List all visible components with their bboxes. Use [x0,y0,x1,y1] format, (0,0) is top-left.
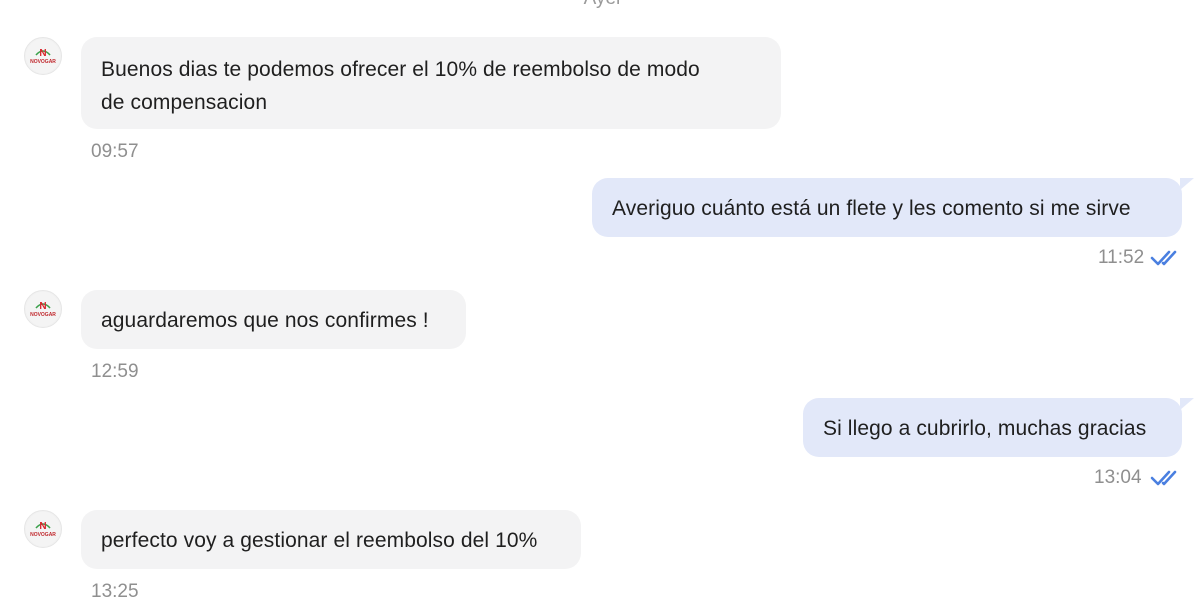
message-timestamp: 12:59 [91,361,139,382]
svg-text:N: N [39,521,46,532]
message-bubble-outgoing[interactable]: Averiguo cuánto está un flete y les come… [592,178,1194,237]
message-text: perfecto voy a gestionar el reembolso de… [101,529,538,552]
svg-text:NOVOGAR: NOVOGAR [30,532,56,538]
double-check-icon [1150,470,1177,486]
double-check-icon [1150,250,1177,266]
message-bubble-outgoing[interactable]: Si llego a cubrirlo, muchas gracias [803,398,1194,457]
contact-avatar[interactable]: N NOVOGAR [24,37,62,75]
message-timestamp: 09:57 [91,141,139,162]
message-bubble-incoming[interactable]: Buenos dias te podemos ofrecer el 10% de… [81,37,781,129]
novogar-logo-icon: N NOVOGAR [26,292,60,326]
message-bubble-incoming[interactable]: perfecto voy a gestionar el reembolso de… [81,510,581,569]
message-timestamp: 13:25 [91,581,139,602]
svg-text:NOVOGAR: NOVOGAR [30,59,56,65]
novogar-logo-icon: N NOVOGAR [26,39,60,73]
svg-text:NOVOGAR: NOVOGAR [30,312,56,318]
message-text: Si llego a cubrirlo, muchas gracias [823,417,1147,440]
message-timestamp: 13:04 [1094,467,1142,488]
message-bubble-incoming[interactable]: aguardaremos que nos confirmes ! [81,290,466,349]
svg-text:N: N [39,301,46,312]
contact-avatar[interactable]: N NOVOGAR [24,510,62,548]
day-separator: Ayer [0,0,1200,10]
message-text: Averiguo cuánto está un flete y les come… [612,197,1131,220]
message-timestamp: 11:52 [1098,247,1145,268]
message-text-line: Buenos dias te podemos ofrecer el 10% de… [101,58,700,81]
novogar-logo-icon: N NOVOGAR [26,512,60,546]
contact-avatar[interactable]: N NOVOGAR [24,290,62,328]
message-text-line: de compensacion [101,91,268,114]
svg-text:N: N [39,48,46,59]
message-text: aguardaremos que nos confirmes ! [101,309,429,332]
